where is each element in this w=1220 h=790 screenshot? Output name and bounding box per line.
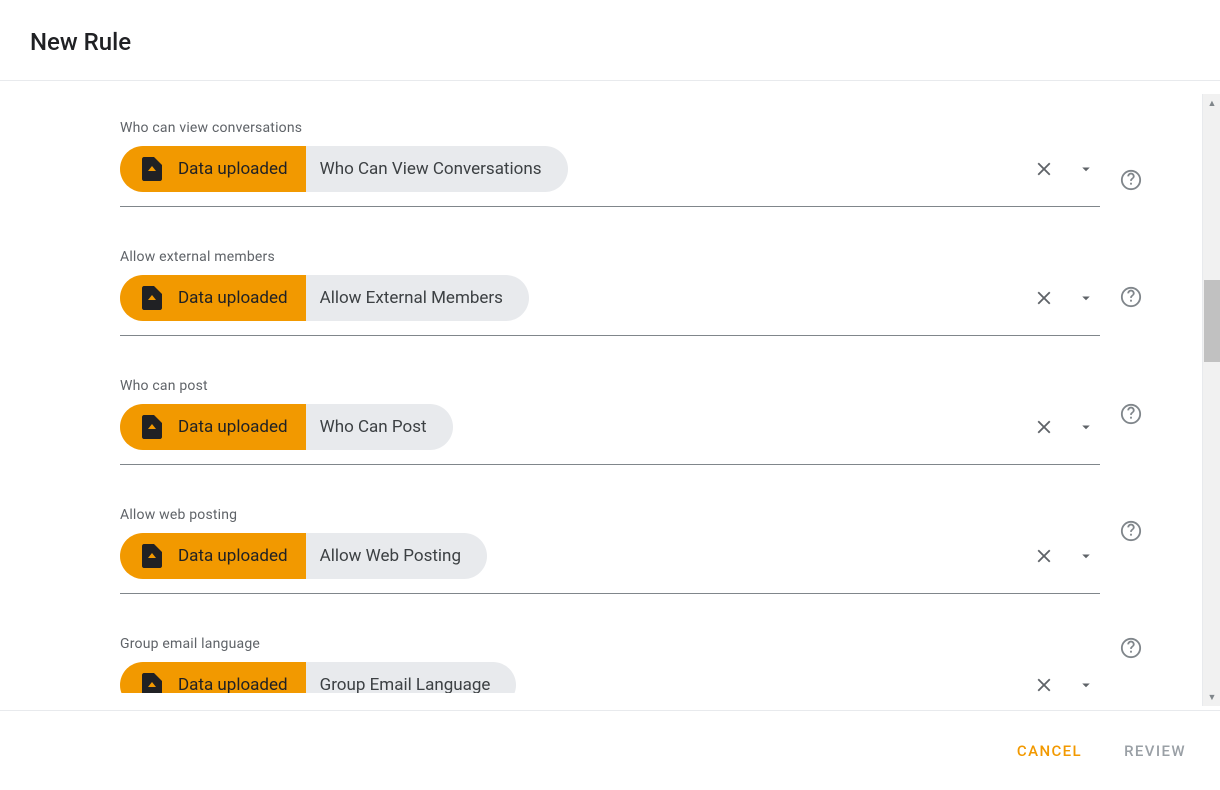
data-uploaded-chip: Data uploaded	[120, 275, 306, 321]
rule-item: Allow external members Data uploaded All…	[120, 207, 1100, 336]
chip-label: Data uploaded	[178, 159, 288, 179]
scroll-thumb[interactable]	[1204, 280, 1220, 362]
help-icon	[1120, 403, 1142, 425]
rule-label: Allow external members	[120, 249, 1100, 265]
chip-label: Data uploaded	[178, 288, 288, 308]
expand-button[interactable]	[1072, 155, 1100, 183]
chip-group[interactable]: Data uploaded Who Can View Conversations	[120, 146, 568, 192]
rule-value-chip: Who Can View Conversations	[306, 146, 568, 192]
rule-actions	[1030, 413, 1100, 441]
help-button[interactable]	[1120, 169, 1142, 195]
expand-button[interactable]	[1072, 413, 1100, 441]
file-upload-icon	[142, 286, 162, 310]
expand-button[interactable]	[1072, 284, 1100, 312]
rules-list: Who can view conversations Data uploaded…	[0, 81, 1120, 693]
chip-group[interactable]: Data uploaded Group Email Language	[120, 662, 516, 693]
rule-item: Who can view conversations Data uploaded…	[120, 81, 1100, 207]
help-icon	[1120, 286, 1142, 308]
close-icon	[1033, 416, 1055, 438]
rule-item: Group email language Data uploaded Group…	[120, 594, 1100, 693]
rule-value-chip: Allow External Members	[306, 275, 529, 321]
close-icon	[1033, 545, 1055, 567]
close-icon	[1033, 287, 1055, 309]
help-button[interactable]	[1120, 520, 1142, 546]
page-title: New Rule	[30, 28, 1190, 56]
data-uploaded-chip: Data uploaded	[120, 533, 306, 579]
rule-row: Data uploaded Allow Web Posting	[120, 533, 1100, 594]
close-icon	[1033, 674, 1055, 693]
chevron-down-icon	[1077, 547, 1095, 565]
vertical-scrollbar[interactable]: ▲ ▼	[1202, 94, 1220, 706]
file-upload-icon	[142, 415, 162, 439]
chip-group[interactable]: Data uploaded Allow Web Posting	[120, 533, 487, 579]
rule-item: Allow web posting Data uploaded Allow We…	[120, 465, 1100, 594]
cancel-button[interactable]: CANCEL	[1017, 742, 1082, 760]
close-icon	[1033, 158, 1055, 180]
rule-row: Data uploaded Allow External Members	[120, 275, 1100, 336]
data-uploaded-chip: Data uploaded	[120, 404, 306, 450]
chip-value: Who Can Post	[320, 417, 427, 437]
file-upload-icon	[142, 157, 162, 181]
rule-label: Allow web posting	[120, 507, 1100, 523]
chevron-down-icon: ▼	[1208, 692, 1217, 703]
rule-row: Data uploaded Group Email Language	[120, 662, 1100, 693]
chip-value: Group Email Language	[320, 675, 491, 693]
file-upload-icon	[142, 544, 162, 568]
help-button[interactable]	[1120, 403, 1142, 429]
rule-value-chip: Allow Web Posting	[306, 533, 487, 579]
expand-button[interactable]	[1072, 671, 1100, 693]
rule-actions	[1030, 671, 1100, 693]
chip-label: Data uploaded	[178, 417, 288, 437]
rule-actions	[1030, 155, 1100, 183]
chevron-down-icon	[1077, 676, 1095, 693]
data-uploaded-chip: Data uploaded	[120, 146, 306, 192]
rule-label: Who can post	[120, 378, 1100, 394]
help-button[interactable]	[1120, 637, 1142, 663]
expand-button[interactable]	[1072, 542, 1100, 570]
chip-group[interactable]: Data uploaded Allow External Members	[120, 275, 529, 321]
chip-value: Allow Web Posting	[320, 546, 461, 566]
help-button[interactable]	[1120, 286, 1142, 312]
review-button[interactable]: REVIEW	[1124, 742, 1186, 760]
rule-label: Who can view conversations	[120, 120, 1100, 136]
rule-value-chip: Who Can Post	[306, 404, 453, 450]
rule-item: Who can post Data uploaded Who Can Post	[120, 336, 1100, 465]
scroll-up-button[interactable]: ▲	[1203, 94, 1220, 112]
rule-row: Data uploaded Who Can Post	[120, 404, 1100, 465]
chip-label: Data uploaded	[178, 675, 288, 693]
chip-value: Who Can View Conversations	[320, 159, 542, 179]
clear-button[interactable]	[1030, 284, 1058, 312]
help-icon	[1120, 637, 1142, 659]
chevron-down-icon	[1077, 289, 1095, 307]
clear-button[interactable]	[1030, 671, 1058, 693]
rule-value-chip: Group Email Language	[306, 662, 517, 693]
chevron-down-icon	[1077, 160, 1095, 178]
rule-row: Data uploaded Who Can View Conversations	[120, 146, 1100, 207]
rule-label: Group email language	[120, 636, 1100, 652]
data-uploaded-chip: Data uploaded	[120, 662, 306, 693]
rule-actions	[1030, 284, 1100, 312]
dialog-footer: CANCEL REVIEW	[0, 710, 1220, 790]
clear-button[interactable]	[1030, 413, 1058, 441]
help-icon	[1120, 520, 1142, 542]
chip-group[interactable]: Data uploaded Who Can Post	[120, 404, 453, 450]
scroll-down-button[interactable]: ▼	[1203, 688, 1220, 706]
chevron-down-icon	[1077, 418, 1095, 436]
clear-button[interactable]	[1030, 542, 1058, 570]
rule-actions	[1030, 542, 1100, 570]
chevron-up-icon: ▲	[1208, 98, 1217, 109]
chip-label: Data uploaded	[178, 546, 288, 566]
clear-button[interactable]	[1030, 155, 1058, 183]
dialog-header: New Rule	[0, 0, 1220, 81]
chip-value: Allow External Members	[320, 288, 503, 308]
help-icon	[1120, 169, 1142, 191]
content-wrapper: Who can view conversations Data uploaded…	[0, 81, 1220, 693]
file-upload-icon	[142, 673, 162, 693]
